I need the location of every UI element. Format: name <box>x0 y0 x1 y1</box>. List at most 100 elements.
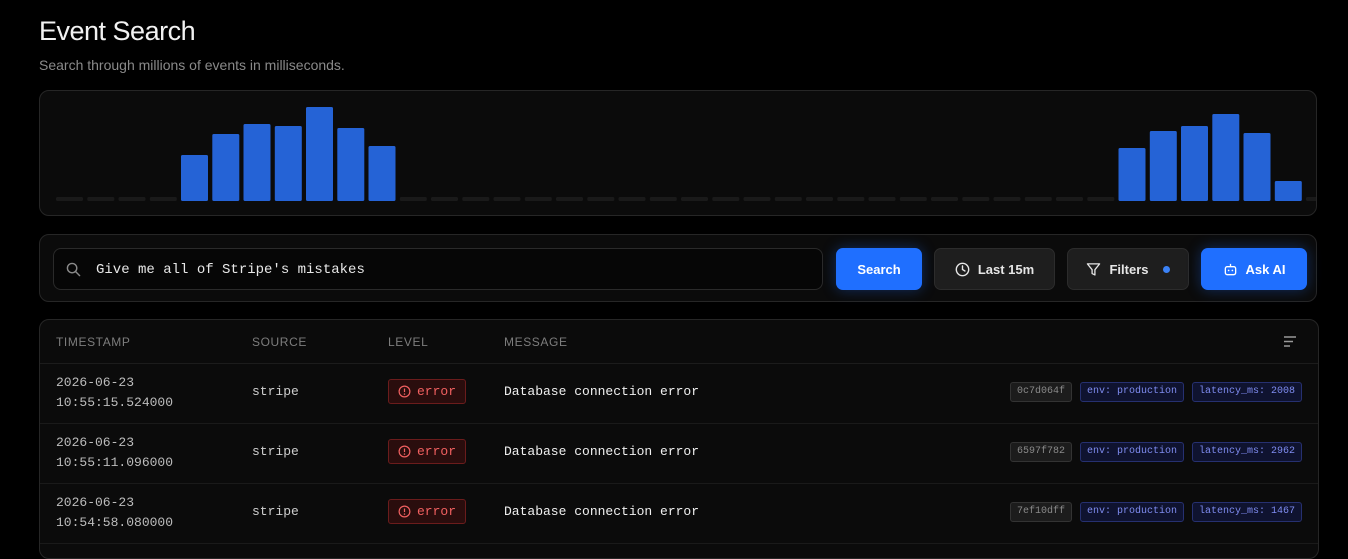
level-badge: error <box>388 379 467 404</box>
env-tag: env: production <box>1080 502 1185 522</box>
timestamp-date: 2026-06-23 <box>56 495 135 510</box>
histogram-bar[interactable] <box>993 197 1021 201</box>
histogram-bar[interactable] <box>274 126 302 201</box>
source-cell: stripe <box>252 444 299 459</box>
latency-tag: latency_ms: 2962 <box>1192 442 1303 462</box>
histogram-bar[interactable] <box>1118 148 1146 201</box>
histogram-bar[interactable] <box>962 197 990 201</box>
level-badge: error <box>388 499 467 524</box>
env-tag: env: production <box>1080 382 1185 402</box>
histogram-bar[interactable] <box>431 197 458 201</box>
histogram-bar[interactable] <box>306 107 333 201</box>
histogram-bar[interactable] <box>56 197 83 201</box>
filters-active-indicator <box>1162 265 1170 273</box>
histogram-bar[interactable] <box>368 146 396 201</box>
alert-circle-icon <box>398 505 411 518</box>
histogram-bar[interactable] <box>1024 197 1052 201</box>
histogram-bar[interactable] <box>399 197 427 201</box>
histogram-bar[interactable] <box>493 197 521 201</box>
filter-icon <box>1087 262 1101 276</box>
histogram-chart <box>56 107 1316 201</box>
table-row[interactable]: 2026-06-23 10:55:15.524000 stripe error … <box>40 363 1318 424</box>
histogram-bar[interactable] <box>743 197 771 201</box>
histogram-bar[interactable] <box>181 155 208 201</box>
histogram-bar[interactable] <box>212 134 240 201</box>
search-icon <box>66 262 81 277</box>
histogram-bar[interactable] <box>1087 197 1115 201</box>
search-bar: Search Last 15m Filters Ask AI <box>39 234 1317 302</box>
page-subtitle: Search through millions of events in mil… <box>39 57 345 73</box>
histogram-bar[interactable] <box>1056 197 1083 201</box>
column-header-source[interactable]: SOURCE <box>252 335 307 349</box>
histogram-bar[interactable] <box>524 197 552 201</box>
message-cell: Database connection error <box>504 504 700 519</box>
histogram-bar[interactable] <box>868 197 896 201</box>
message-cell: Database connection error <box>504 384 700 399</box>
search-input[interactable] <box>94 249 818 291</box>
source-cell: stripe <box>252 384 299 399</box>
source-cell: stripe <box>252 504 299 519</box>
column-header-level[interactable]: LEVEL <box>388 335 428 349</box>
page-title: Event Search <box>39 16 196 46</box>
histogram-bar[interactable] <box>118 197 146 201</box>
alert-circle-icon <box>398 445 411 458</box>
histogram-bar[interactable] <box>681 197 708 201</box>
timestamp-time: 10:55:15.524000 <box>56 395 174 410</box>
level-label: error <box>417 384 457 399</box>
latency-tag: latency_ms: 2008 <box>1192 382 1303 402</box>
histogram-bar[interactable] <box>1243 133 1271 201</box>
search-field[interactable] <box>53 248 823 291</box>
histogram-bar[interactable] <box>1212 114 1240 201</box>
column-header-timestamp[interactable]: TIMESTAMP <box>56 335 131 349</box>
events-table: TIMESTAMP SOURCE LEVEL MESSAGE 2026-06-2… <box>39 319 1319 559</box>
search-button[interactable]: Search <box>836 248 922 290</box>
timestamp-date: 2026-06-23 <box>56 435 135 450</box>
level-label: error <box>417 504 457 519</box>
column-options-icon[interactable] <box>1283 335 1297 348</box>
timestamp-time: 10:55:11.096000 <box>56 455 174 470</box>
histogram-bar[interactable] <box>587 197 615 201</box>
histogram-bar[interactable] <box>1306 197 1316 201</box>
table-row[interactable]: 2026-06-23 10:55:11.096000 stripe error … <box>40 423 1318 484</box>
event-id-tag: 0c7d064f <box>1010 382 1073 402</box>
histogram-bar[interactable] <box>712 197 740 201</box>
histogram-bar[interactable] <box>649 197 677 201</box>
time-range-label: Last 15m <box>977 261 1035 277</box>
timestamp-time: 10:54:58.080000 <box>56 515 174 530</box>
ask-ai-label: Ask AI <box>1245 261 1286 277</box>
table-header: TIMESTAMP SOURCE LEVEL MESSAGE <box>40 320 1318 364</box>
level-badge: error <box>388 439 467 464</box>
histogram-bar[interactable] <box>337 128 365 201</box>
histogram-bar[interactable] <box>806 197 833 201</box>
alert-circle-icon <box>398 385 411 398</box>
ask-ai-button[interactable]: Ask AI <box>1201 248 1307 290</box>
histogram-bar[interactable] <box>556 197 583 201</box>
histogram-bar[interactable] <box>618 197 646 201</box>
table-row[interactable]: 2026-06-23 10:54:58.080000 stripe error … <box>40 483 1318 544</box>
histogram-bar[interactable] <box>87 197 115 201</box>
histogram-bar[interactable] <box>931 197 958 201</box>
timestamp-cell: 2026-06-23 10:55:11.096000 <box>56 433 173 473</box>
clock-icon <box>955 262 970 276</box>
histogram-bar[interactable] <box>462 197 490 201</box>
time-range-button[interactable]: Last 15m <box>934 248 1055 290</box>
histogram-bar[interactable] <box>837 197 865 201</box>
histogram-bar[interactable] <box>1149 131 1177 201</box>
level-label: error <box>417 444 457 459</box>
histogram-bar[interactable] <box>149 197 177 201</box>
histogram-bar[interactable] <box>1274 181 1302 201</box>
histogram-bar[interactable] <box>243 124 271 201</box>
event-histogram[interactable] <box>39 90 1317 216</box>
histogram-bar[interactable] <box>899 197 927 201</box>
bot-icon <box>1224 263 1236 275</box>
filters-button[interactable]: Filters <box>1067 248 1189 290</box>
histogram-bar[interactable] <box>1181 126 1208 201</box>
column-header-message[interactable]: MESSAGE <box>504 335 568 349</box>
event-id-tag: 6597f782 <box>1010 442 1073 462</box>
histogram-bar[interactable] <box>774 197 802 201</box>
event-id-tag: 7ef10dff <box>1010 502 1073 522</box>
env-tag: env: production <box>1080 442 1185 462</box>
timestamp-cell: 2026-06-23 10:54:58.080000 <box>56 493 173 533</box>
message-cell: Database connection error <box>504 444 700 459</box>
latency-tag: latency_ms: 1467 <box>1192 502 1303 522</box>
